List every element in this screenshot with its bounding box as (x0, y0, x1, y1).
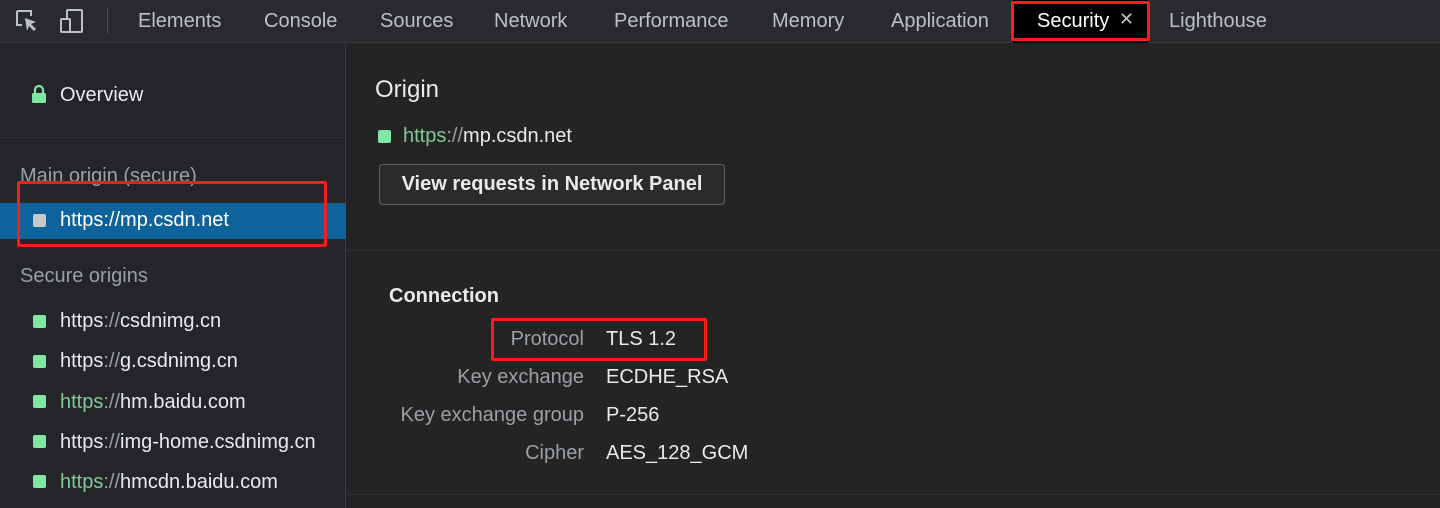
protocol-label: Protocol (510, 328, 584, 350)
tab-memory[interactable]: Memory (772, 0, 844, 43)
tab-network[interactable]: Network (494, 0, 567, 43)
key-exchange-group-value: P-256 (606, 404, 660, 426)
origin-url: https://mp.csdn.net (403, 125, 572, 147)
security-sidebar: Overview Main origin (secure) https://mp… (0, 44, 346, 508)
secure-square-icon (33, 355, 46, 368)
tab-sources[interactable]: Sources (380, 0, 453, 43)
tab-application[interactable]: Application (891, 0, 989, 43)
page-title: Origin (375, 76, 440, 103)
divider (347, 494, 1440, 495)
tab-performance[interactable]: Performance (614, 0, 729, 43)
cipher-value: AES_128_GCM (606, 442, 749, 464)
tab-lighthouse[interactable]: Lighthouse (1169, 0, 1267, 43)
sidebar-item-overview[interactable]: Overview (0, 44, 346, 138)
main-origin-heading: Main origin (secure) (20, 165, 197, 187)
origin-url: https://img-home.csdnimg.cn (60, 431, 316, 453)
secure-square-icon (33, 315, 46, 328)
origin-url: https://hm.baidu.com (60, 391, 246, 413)
origin-url: https://hmcdn.baidu.com (60, 471, 278, 493)
secure-origins-heading: Secure origins (20, 265, 148, 287)
secure-square-icon (378, 130, 391, 143)
key-exchange-group-label: Key exchange group (400, 404, 584, 426)
close-icon[interactable]: ✕ (1119, 0, 1134, 40)
secure-square-icon (33, 395, 46, 408)
cipher-label: Cipher (525, 442, 584, 464)
sidebar-item-label: Overview (60, 84, 144, 106)
origin-url: https://mp.csdn.net (60, 209, 229, 231)
secure-square-icon (33, 475, 46, 488)
device-toolbar-icon[interactable] (58, 7, 86, 35)
origin-url: https://g.csdnimg.cn (60, 350, 238, 372)
toolbar-divider (107, 8, 108, 34)
tab-security[interactable]: Security ✕ (1013, 0, 1148, 43)
inspect-element-icon[interactable] (13, 7, 41, 35)
lock-icon (31, 84, 47, 109)
origin-status-square (33, 214, 46, 227)
sidebar-item-main-origin[interactable]: https://mp.csdn.net (0, 203, 346, 239)
devtools-tab-bar: Elements Console Sources Network Perform… (0, 0, 1440, 43)
key-exchange-label: Key exchange (457, 366, 584, 388)
origin-url: https://csdnimg.cn (60, 310, 222, 332)
tab-elements[interactable]: Elements (138, 0, 221, 43)
origin-details-panel: Origin https://mp.csdn.net View requests… (347, 44, 1440, 508)
tab-console[interactable]: Console (264, 0, 337, 43)
tab-security-label: Security (1037, 10, 1110, 32)
key-exchange-value: ECDHE_RSA (606, 366, 729, 388)
view-requests-button[interactable]: View requests in Network Panel (379, 164, 725, 205)
secure-square-icon (33, 435, 46, 448)
connection-heading: Connection (389, 285, 499, 307)
protocol-value: TLS 1.2 (606, 328, 677, 350)
divider (347, 250, 1440, 251)
